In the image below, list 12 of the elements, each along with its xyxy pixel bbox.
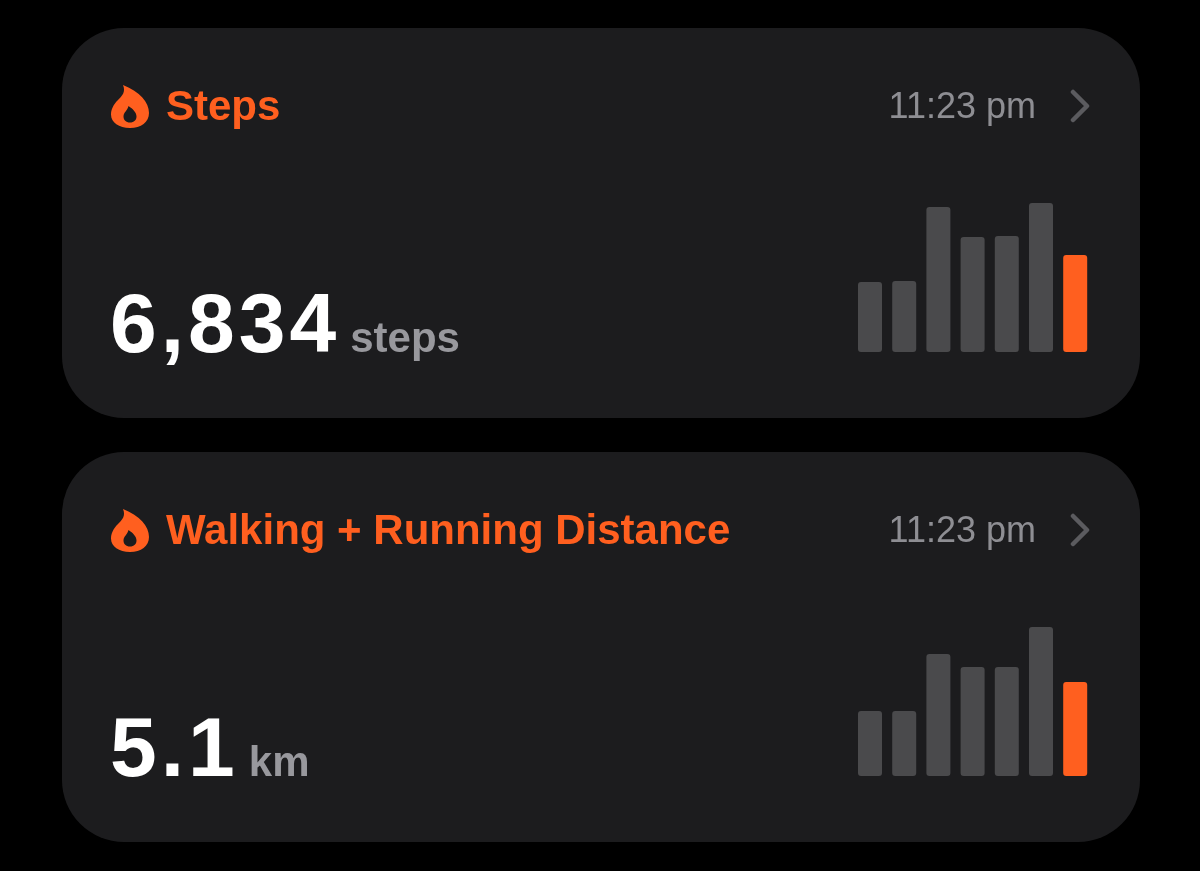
metric-unit: km — [248, 738, 310, 786]
flame-icon — [110, 84, 150, 128]
chevron-right-icon — [1070, 89, 1090, 123]
metric-unit: steps — [350, 314, 460, 362]
timestamp: 11:23 pm — [888, 84, 1036, 128]
card-title: Walking + Running Distance — [166, 507, 731, 553]
chevron-right-icon — [1070, 513, 1090, 547]
metric-value: 5.1 — [110, 705, 239, 789]
metric-value: 6,834 — [110, 281, 341, 365]
timestamp: 11:23 pm — [888, 508, 1036, 552]
card-title: Steps — [166, 83, 281, 129]
flame-icon — [110, 508, 150, 552]
